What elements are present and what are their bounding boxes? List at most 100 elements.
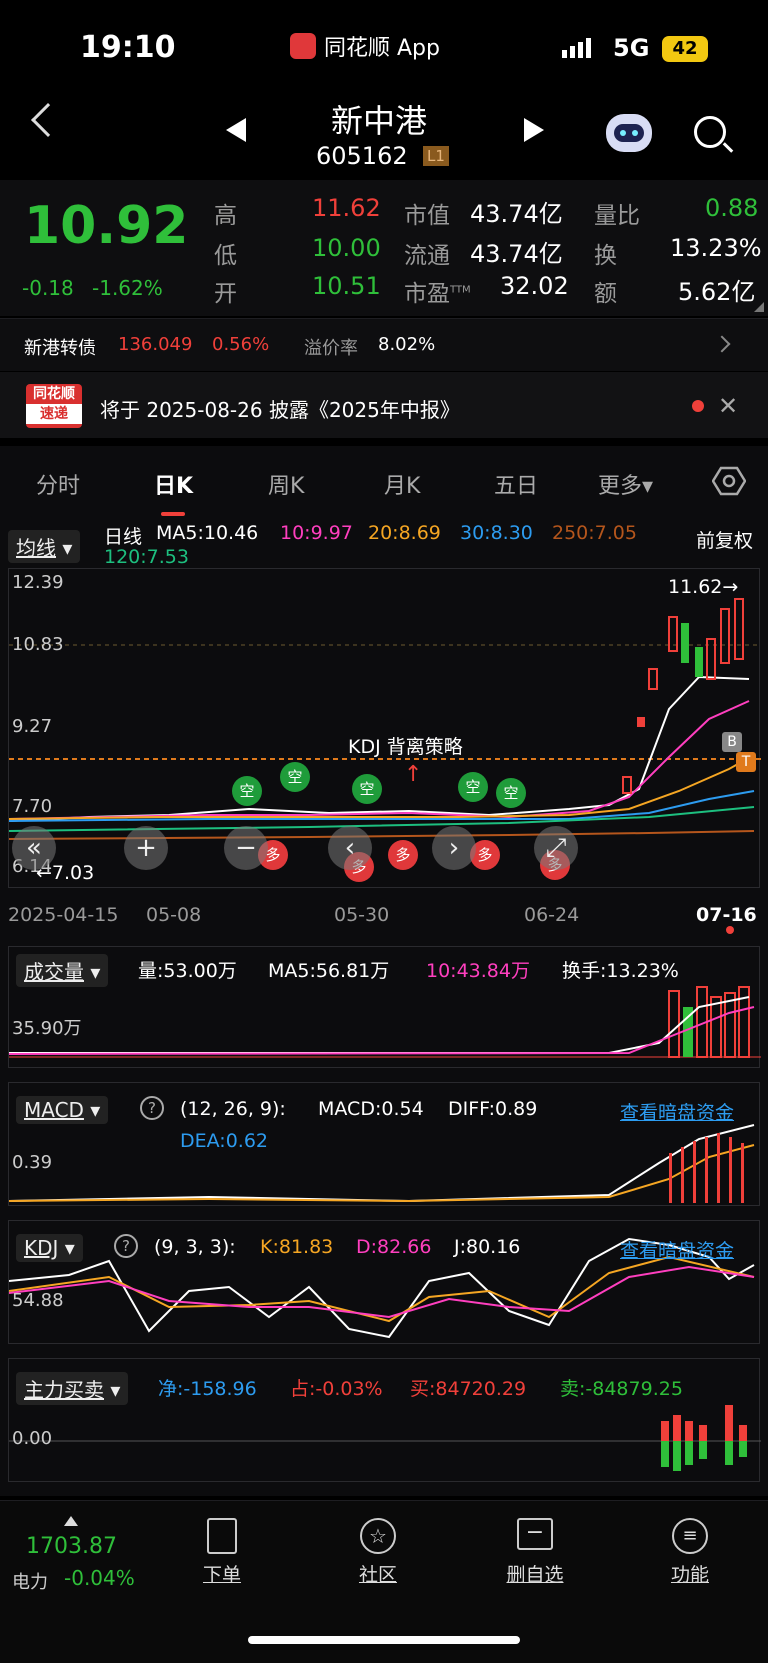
volume-ma10: 10:43.84万 — [426, 960, 530, 982]
expand-corner-icon[interactable] — [754, 302, 764, 312]
nav-functions[interactable]: ≡ 功能 — [660, 1518, 720, 1587]
nav-community[interactable]: ☆ 社区 — [348, 1518, 408, 1587]
next-stock-icon[interactable] — [524, 118, 544, 142]
strategy-label[interactable]: KDJ 背离策略 — [348, 732, 463, 759]
open-label: 开 — [214, 281, 237, 307]
stock-name: 新中港 — [331, 102, 428, 140]
remove-icon: − — [517, 1518, 553, 1550]
date-label: 05-08 — [146, 904, 202, 926]
order-icon — [207, 1518, 237, 1554]
kdj-selector[interactable]: KDJ ▾ — [16, 1234, 83, 1262]
ma-period: 日线 — [104, 526, 143, 548]
help-icon[interactable]: ? — [140, 1096, 164, 1120]
macd-y-label: 0.39 — [12, 1152, 53, 1173]
help-icon[interactable]: ? — [114, 1234, 138, 1258]
y-label-1: 12.39 — [12, 572, 64, 593]
tab-more[interactable]: 更多▾ — [598, 468, 653, 500]
j-value: J:80.16 — [454, 1236, 521, 1258]
k-value: K:81.83 — [260, 1236, 334, 1258]
network-type: 5G — [613, 34, 650, 62]
tab-weekly-k[interactable]: 周K — [268, 468, 304, 500]
status-time: 19:10 — [80, 30, 176, 65]
main-force-y-label: 0.00 — [12, 1428, 53, 1449]
ma-selector[interactable]: 均线 ▾ — [8, 530, 81, 563]
community-icon: ☆ — [360, 1518, 396, 1554]
date-label: 07-16 — [696, 904, 757, 926]
scroll-left-icon[interactable]: ‹ — [328, 826, 372, 870]
t-badge: T — [736, 752, 756, 772]
tab-intraday[interactable]: 分时 — [36, 468, 80, 500]
amount-label: 额 — [594, 281, 617, 307]
premium-label: 溢价率 — [304, 338, 358, 359]
app-icon — [290, 33, 316, 59]
nav-order[interactable]: 下单 — [192, 1518, 252, 1587]
app-indicator[interactable]: 同花顺 App — [290, 30, 440, 62]
float-value: 43.74亿 — [470, 240, 563, 268]
volratio-label: 量比 — [594, 203, 640, 229]
date-label: 05-30 — [334, 904, 390, 926]
index-change: -0.04% — [64, 1566, 135, 1590]
today-dot — [726, 926, 734, 934]
ratio-value: 占:-0.03% — [290, 1378, 383, 1400]
volume-value: 量:53.00万 — [138, 960, 237, 982]
high-value: 11.62 — [312, 194, 381, 222]
search-icon-handle — [722, 142, 734, 153]
d-value: D:82.66 — [356, 1236, 432, 1258]
date-label: 2025-04-15 — [8, 904, 119, 926]
short-signal[interactable]: 空 — [458, 772, 488, 802]
short-signal[interactable]: 空 — [280, 762, 310, 792]
tab-daily-k[interactable]: 日K — [154, 468, 193, 500]
robot-assistant-icon[interactable] — [606, 114, 652, 152]
low-value: 10.00 — [312, 234, 381, 262]
kline-chart[interactable] — [8, 568, 761, 888]
fullscreen-icon[interactable]: ⤢ — [534, 826, 578, 870]
short-signal[interactable]: 空 — [232, 776, 262, 806]
dark-pool-link[interactable]: 查看暗盘资金 — [620, 1098, 734, 1125]
index-value: 1703.87 — [26, 1534, 117, 1559]
high-marker: 11.62→ — [668, 576, 739, 598]
mktcap-value: 43.74亿 — [470, 200, 563, 228]
long-signal[interactable]: 多 — [388, 840, 418, 870]
signal-icon — [562, 38, 591, 58]
y-label-3: 9.27 — [12, 716, 53, 737]
short-signal[interactable]: 空 — [496, 778, 526, 808]
triangle-up-icon — [64, 1516, 78, 1526]
app-name: 同花顺 App — [324, 36, 440, 61]
high-label: 高 — [214, 203, 237, 229]
nav-remove-watchlist[interactable]: − 删自选 — [500, 1518, 570, 1587]
volume-y-label: 35.90万 — [12, 1018, 82, 1039]
short-signal[interactable]: 空 — [352, 774, 382, 804]
macd-selector[interactable]: MACD ▾ — [16, 1096, 109, 1124]
index-name: 电力 — [12, 1572, 48, 1593]
adjust-mode[interactable]: 前复权 — [696, 526, 753, 553]
price-change-pct: -1.62% — [92, 276, 163, 300]
open-value: 10.51 — [312, 272, 381, 300]
shrink-left-icon[interactable]: « — [12, 826, 56, 870]
amount-value: 5.62亿 — [678, 278, 756, 306]
pe-label: 市盈TTM — [404, 281, 471, 307]
index-widget[interactable]: 1703.87 电力 -0.04% — [0, 1508, 150, 1598]
back-icon[interactable] — [31, 103, 65, 137]
current-price: 10.92 — [24, 196, 189, 256]
tab-active-indicator — [161, 512, 185, 516]
zoom-out-icon[interactable]: − — [224, 826, 268, 870]
main-force-selector[interactable]: 主力买卖 ▾ — [16, 1372, 129, 1405]
low-label: 低 — [214, 243, 237, 269]
settings-icon[interactable] — [711, 466, 747, 496]
prev-stock-icon[interactable] — [226, 118, 246, 142]
diff-value: DIFF:0.89 — [448, 1098, 538, 1120]
unread-dot — [692, 400, 704, 412]
ma5-value: MA5:10.46 — [156, 522, 259, 544]
volume-selector[interactable]: 成交量 ▾ — [16, 954, 109, 987]
kdj-y-label: 54.88 — [12, 1290, 64, 1311]
close-icon[interactable]: ✕ — [718, 392, 738, 420]
zoom-in-icon[interactable]: + — [124, 826, 168, 870]
bond-price: 136.049 — [118, 334, 193, 355]
tab-five-day[interactable]: 五日 — [494, 468, 538, 500]
search-icon[interactable] — [694, 116, 726, 148]
home-indicator — [248, 1636, 520, 1644]
tab-monthly-k[interactable]: 月K — [384, 468, 420, 500]
scroll-right-icon[interactable]: › — [432, 826, 476, 870]
dark-pool-link[interactable]: 查看暗盘资金 — [620, 1236, 734, 1263]
mktcap-label: 市值 — [404, 203, 450, 229]
